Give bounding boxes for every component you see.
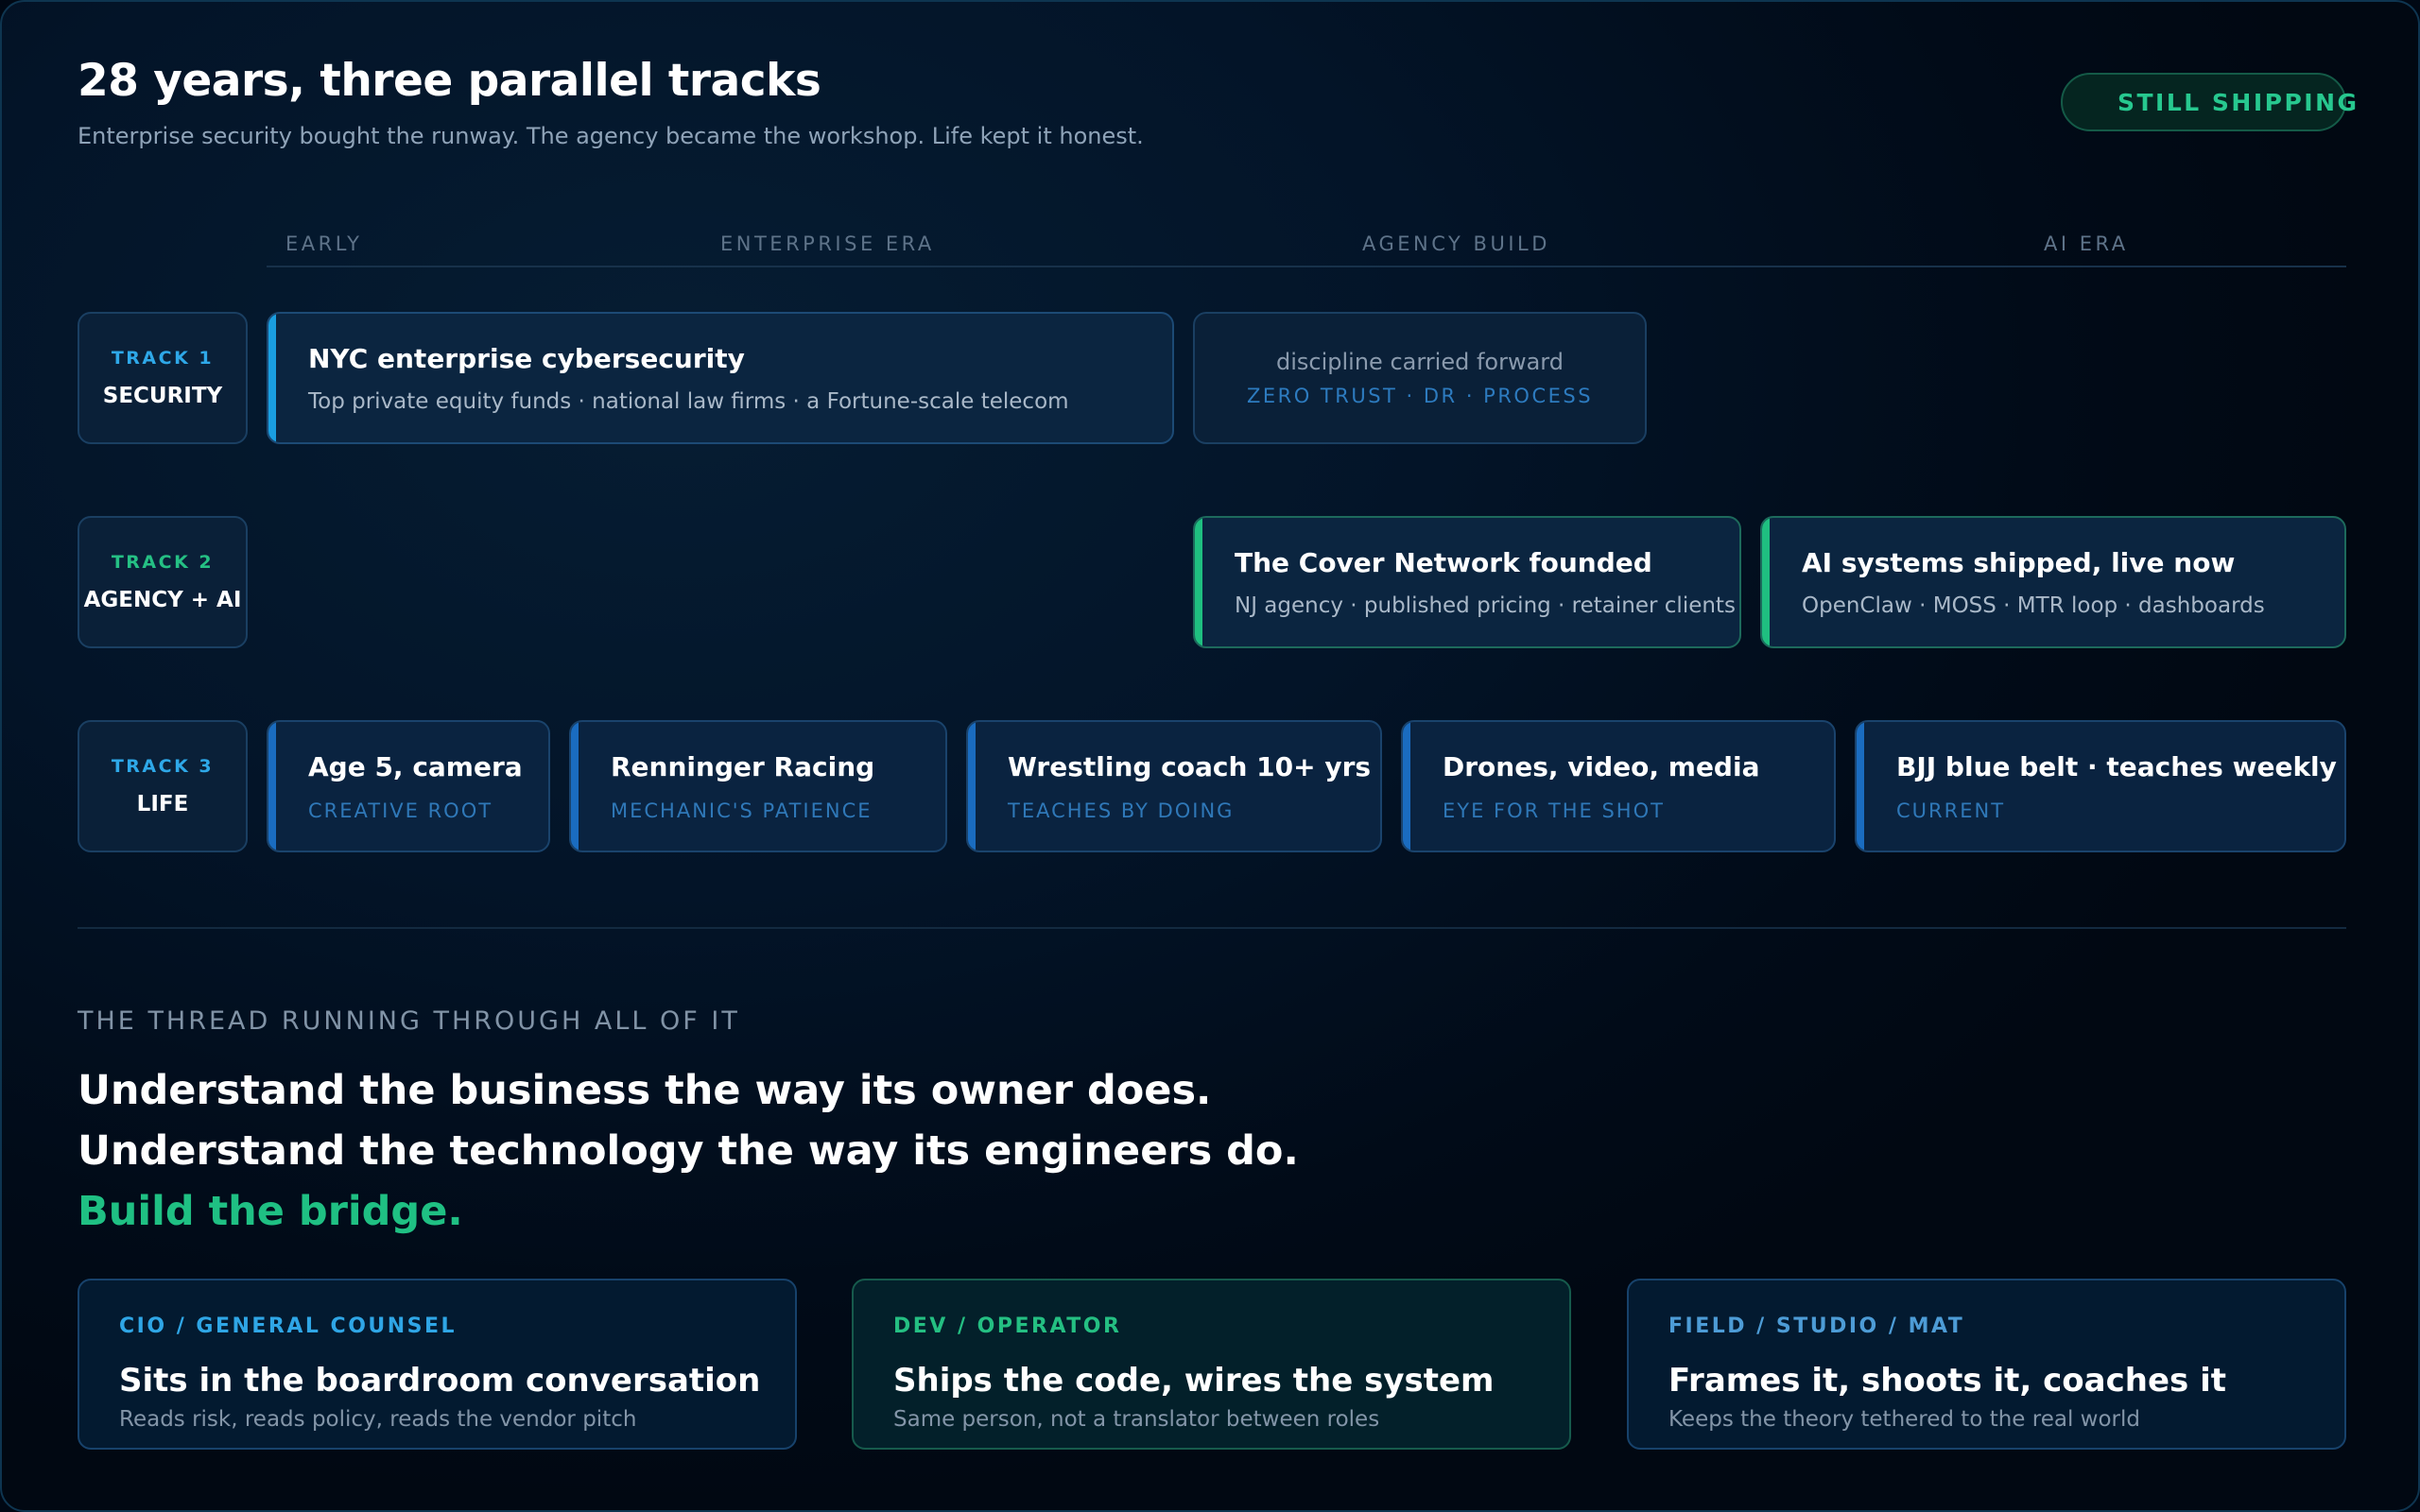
card-accent-bar (1195, 518, 1202, 646)
track-name: SECURITY (102, 384, 223, 408)
status-badge: STILL SHIPPING (2061, 73, 2357, 131)
card-tag: CURRENT (1896, 799, 2006, 822)
role-label: CIO / GENERAL COUNSEL (119, 1314, 458, 1338)
carry-text: discipline carried forward (1276, 349, 1564, 375)
thread-line-bridge: Build the bridge. (78, 1188, 463, 1235)
page-title: 28 years, three parallel tracks (78, 55, 821, 107)
card-renninger-racing[interactable]: Renninger Racing MECHANIC'S PATIENCE (569, 720, 947, 852)
era-early: EARLY (285, 232, 363, 255)
page-subtitle: Enterprise security bought the runway. T… (78, 123, 1144, 149)
role-card-dev[interactable]: DEV / OPERATOR Ships the code, wires the… (852, 1279, 1571, 1450)
card-drones-video[interactable]: Drones, video, media EYE FOR THE SHOT (1401, 720, 1836, 852)
role-description: Same person, not a translator between ro… (893, 1407, 1380, 1432)
era-agency: AGENCY BUILD (1362, 232, 1550, 255)
role-card-field[interactable]: FIELD / STUDIO / MAT Frames it, shoots i… (1627, 1279, 2346, 1450)
section-divider (78, 927, 2346, 929)
track-label-agency-ai: TRACK 2 AGENCY + AI (78, 516, 248, 648)
card-age-5-camera[interactable]: Age 5, camera CREATIVE ROOT (267, 720, 550, 852)
card-accent-bar (268, 722, 276, 850)
card-title: Drones, video, media (1443, 750, 1760, 782)
card-accent-bar (571, 722, 579, 850)
card-wrestling-coach[interactable]: Wrestling coach 10+ yrs TEACHES BY DOING (966, 720, 1382, 852)
card-title: Wrestling coach 10+ yrs (1008, 750, 1372, 782)
track-label-security: TRACK 1 SECURITY (78, 312, 248, 444)
timeline-panel: 28 years, three parallel tracks Enterpri… (0, 0, 2420, 1512)
card-title: The Cover Network founded (1235, 546, 1652, 578)
role-description: Reads risk, reads policy, reads the vend… (119, 1407, 637, 1432)
card-title: NYC enterprise cybersecurity (308, 342, 745, 374)
track-number: TRACK 2 (111, 552, 215, 573)
card-title: Renninger Racing (611, 750, 875, 782)
track-name: LIFE (136, 792, 189, 816)
card-tag: TEACHES BY DOING (1008, 799, 1235, 822)
role-label: DEV / OPERATOR (893, 1314, 1122, 1338)
card-title: BJJ blue belt · teaches weekly (1896, 750, 2337, 782)
card-enterprise-security[interactable]: NYC enterprise cybersecurity Top private… (267, 312, 1174, 444)
card-title: Age 5, camera (308, 750, 523, 782)
era-enterprise: ENTERPRISE ERA (720, 232, 935, 255)
card-accent-bar (268, 314, 276, 442)
card-description: OpenClaw · MOSS · MTR loop · dashboards (1802, 593, 2265, 618)
card-cover-network[interactable]: The Cover Network founded NJ agency · pu… (1193, 516, 1741, 648)
card-tag: CREATIVE ROOT (308, 799, 493, 822)
card-description: Top private equity funds · national law … (308, 388, 1069, 414)
carry-tag: ZERO TRUST · DR · PROCESS (1246, 385, 1594, 407)
thread-line-technology: Understand the technology the way its en… (78, 1127, 1299, 1175)
role-title: Ships the code, wires the system (893, 1362, 1495, 1400)
track-label-life: TRACK 3 LIFE (78, 720, 248, 852)
card-tag: EYE FOR THE SHOT (1443, 799, 1665, 822)
thread-line-business: Understand the business the way its owne… (78, 1067, 1212, 1114)
track-number: TRACK 1 (111, 348, 215, 369)
role-title: Frames it, shoots it, coaches it (1668, 1362, 2226, 1400)
card-ai-systems[interactable]: AI systems shipped, live now OpenClaw · … (1760, 516, 2346, 648)
status-label: STILL SHIPPING (2118, 88, 2360, 116)
role-description: Keeps the theory tethered to the real wo… (1668, 1407, 2140, 1432)
thread-label: THE THREAD RUNNING THROUGH ALL OF IT (78, 1006, 740, 1036)
track-number: TRACK 3 (111, 756, 215, 777)
card-accent-bar (1762, 518, 1770, 646)
role-label: FIELD / STUDIO / MAT (1668, 1314, 1965, 1338)
role-card-cio[interactable]: CIO / GENERAL COUNSEL Sits in the boardr… (78, 1279, 797, 1450)
era-divider (267, 266, 2346, 267)
era-ai: AI ERA (2044, 232, 2129, 255)
card-discipline-carried[interactable]: discipline carried forward ZERO TRUST · … (1193, 312, 1647, 444)
card-accent-bar (968, 722, 976, 850)
card-accent-bar (1403, 722, 1410, 850)
card-description: NJ agency · published pricing · retainer… (1235, 593, 1736, 618)
card-tag: MECHANIC'S PATIENCE (611, 799, 873, 822)
card-accent-bar (1857, 722, 1864, 850)
role-title: Sits in the boardroom conversation (119, 1362, 761, 1400)
track-name: AGENCY + AI (83, 588, 242, 612)
card-bjj-blue-belt[interactable]: BJJ blue belt · teaches weekly CURRENT (1855, 720, 2346, 852)
card-title: AI systems shipped, live now (1802, 546, 2236, 578)
